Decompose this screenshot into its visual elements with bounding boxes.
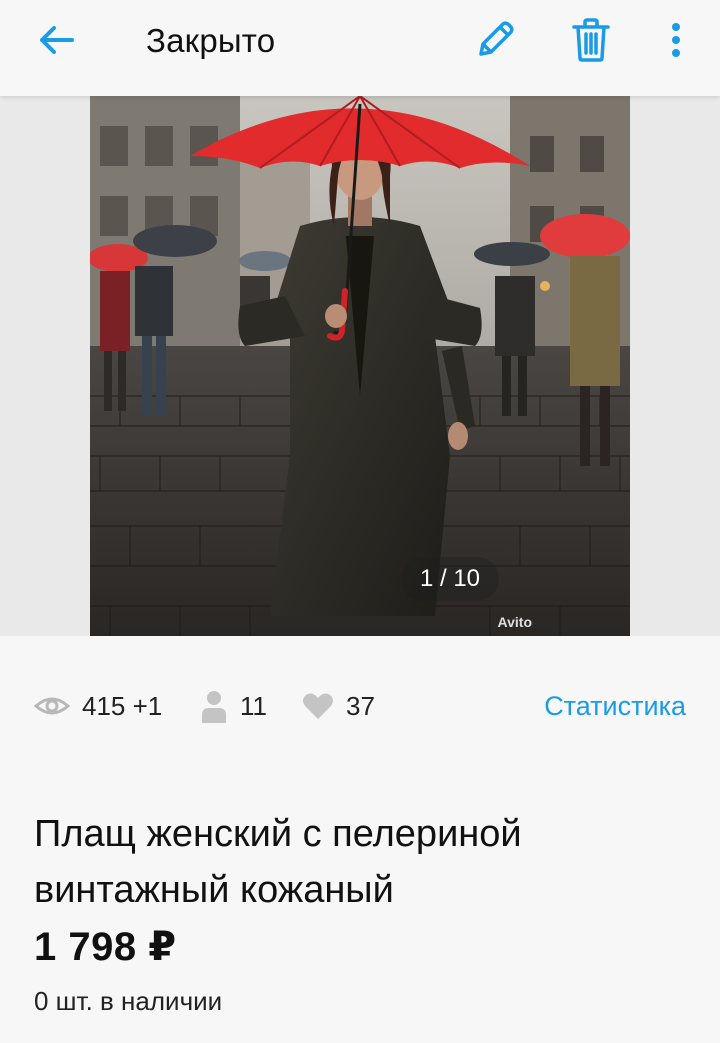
photo-gallery[interactable]: 1 / 10 Avito <box>0 96 720 636</box>
more-options-button[interactable] <box>652 12 700 72</box>
favorites-count: 37 <box>346 690 375 721</box>
views-stat: 415 +1 <box>34 684 162 728</box>
statistics-link[interactable]: Статистика <box>544 684 686 728</box>
delete-button[interactable] <box>558 12 624 72</box>
person-icon <box>200 689 228 723</box>
trash-icon <box>571 17 611 68</box>
edit-button[interactable] <box>462 12 528 72</box>
page-title: Закрыто <box>146 22 276 59</box>
views-count: 415 +1 <box>82 690 163 721</box>
photo-counter: 1 / 10 <box>401 557 499 601</box>
listing-stats: 415 +1 11 37 Статистика <box>0 684 720 728</box>
product-price: 1 798 ₽ <box>34 925 177 969</box>
back-button[interactable] <box>24 16 88 68</box>
contacts-stat: 11 <box>200 684 267 728</box>
product-title: Плащ женский с пелериной винтажный кожан… <box>34 813 522 911</box>
contacts-count: 11 <box>240 690 267 721</box>
arrow-left-icon <box>38 25 74 60</box>
more-vertical-icon <box>671 22 681 63</box>
top-app-bar: Закрыто <box>0 0 720 96</box>
heart-icon <box>302 692 334 720</box>
favorites-stat: 37 <box>302 684 375 728</box>
stock-status: 0 шт. в наличии <box>34 986 223 1016</box>
product-photo[interactable]: 1 / 10 Avito <box>90 96 630 636</box>
eye-icon <box>34 694 70 718</box>
pencil-icon <box>473 18 517 67</box>
watermark-logo: Avito <box>497 614 532 630</box>
